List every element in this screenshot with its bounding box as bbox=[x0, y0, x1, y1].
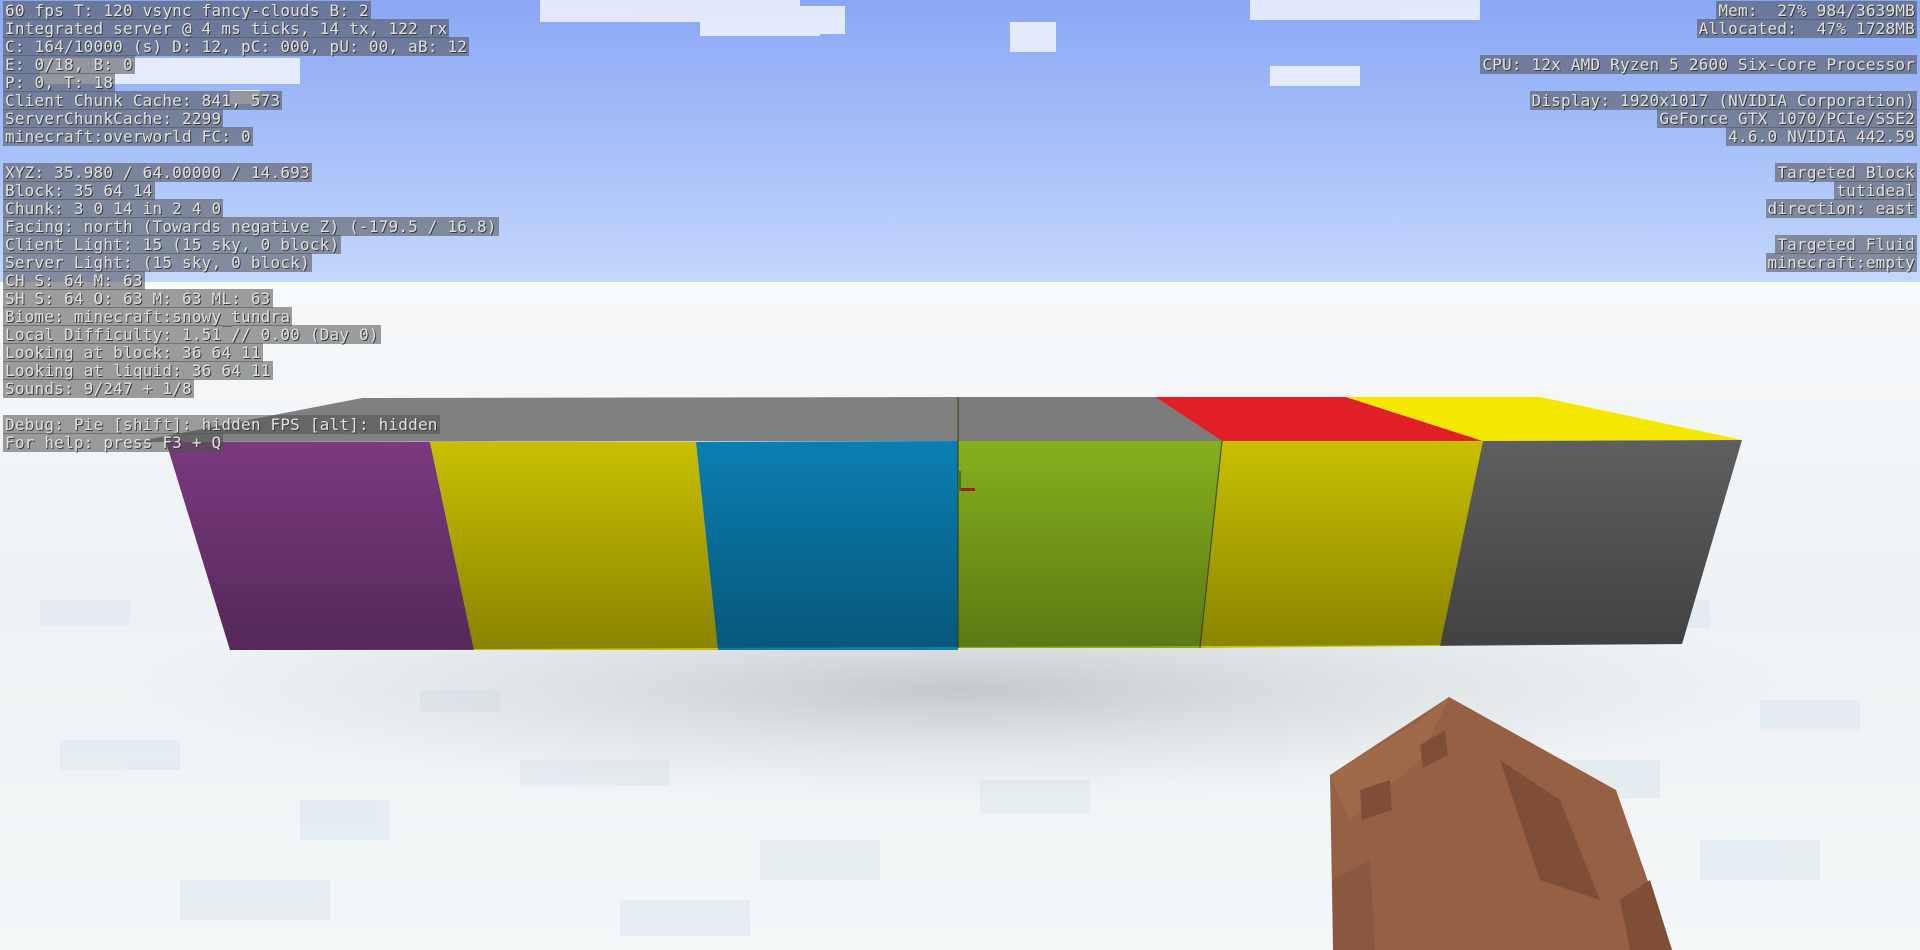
debug-right-line: 4.6.0 NVIDIA 442.59 bbox=[1726, 127, 1917, 146]
debug-right-text: Targeted Block bbox=[1775, 163, 1917, 182]
debug-left-text: Server Light: (15 sky, 0 block) bbox=[3, 253, 312, 272]
debug-left-line: ServerChunkCache: 2299 bbox=[3, 109, 224, 128]
debug-left-text: Biome: minecraft:snowy_tundra bbox=[3, 307, 293, 326]
debug-left-text: Debug: Pie [shift]: hidden FPS [alt]: hi… bbox=[3, 415, 440, 434]
debug-right-text: Allocated: 47% 1728MB bbox=[1696, 19, 1917, 38]
debug-overlay-right: Mem: 27% 984/3639MB Allocated: 47% 1728MB… bbox=[1480, 1, 1917, 272]
debug-left-text: Client Light: 15 (15 sky, 0 block) bbox=[3, 235, 342, 254]
debug-left-line: Looking at liquid: 36 64 11 bbox=[3, 361, 273, 380]
debug-left-line: Sounds: 9/247 + 1/8 bbox=[3, 379, 194, 398]
debug-left-line: Debug: Pie [shift]: hidden FPS [alt]: hi… bbox=[3, 415, 440, 434]
debug-right-text: CPU: 12x AMD Ryzen 5 2600 Six-Core Proce… bbox=[1480, 55, 1917, 74]
debug-left-line: minecraft:overworld FC: 0 bbox=[3, 127, 253, 146]
debug-right-text: 4.6.0 NVIDIA 442.59 bbox=[1726, 127, 1917, 146]
debug-left-line: 60 fps T: 120 vsync fancy-clouds B: 2 bbox=[3, 1, 371, 20]
debug-left-text: Sounds: 9/247 + 1/8 bbox=[3, 379, 194, 398]
debug-left-line: SH S: 64 O: 63 M: 63 ML: 63 bbox=[3, 289, 273, 308]
debug-left-line: Integrated server @ 4 ms ticks, 14 tx, 1… bbox=[3, 19, 450, 38]
debug-left-line: P: 0, T: 18 bbox=[3, 73, 116, 92]
debug-left-text: SH S: 64 O: 63 M: 63 ML: 63 bbox=[3, 289, 273, 308]
debug-left-text: P: 0, T: 18 bbox=[3, 73, 116, 92]
debug-left-text: For help: press F3 + Q bbox=[3, 433, 224, 452]
debug-left-text: XYZ: 35.980 / 64.00000 / 14.693 bbox=[3, 163, 312, 182]
debug-left-text: Looking at liquid: 36 64 11 bbox=[3, 361, 273, 380]
debug-right-line: Display: 1920x1017 (NVIDIA Corporation) bbox=[1529, 91, 1917, 110]
debug-left-text: Integrated server @ 4 ms ticks, 14 tx, 1… bbox=[3, 19, 450, 38]
debug-right-line: Targeted Fluid bbox=[1775, 235, 1917, 254]
debug-left-text: Looking at block: 36 64 11 bbox=[3, 343, 263, 362]
debug-left-text: minecraft:overworld FC: 0 bbox=[3, 127, 253, 146]
debug-left-line: Client Light: 15 (15 sky, 0 block) bbox=[3, 235, 342, 254]
debug-right-text: GeForce GTX 1070/PCIe/SSE2 bbox=[1657, 109, 1917, 128]
debug-left-text: 60 fps T: 120 vsync fancy-clouds B: 2 bbox=[3, 1, 371, 20]
debug-right-text: Display: 1920x1017 (NVIDIA Corporation) bbox=[1529, 91, 1917, 110]
crosshair-icon bbox=[959, 471, 975, 491]
debug-left-line: CH S: 64 M: 63 bbox=[3, 271, 145, 290]
debug-right-line: Mem: 27% 984/3639MB bbox=[1716, 1, 1917, 20]
debug-right-text: direction: east bbox=[1765, 199, 1917, 218]
debug-left-line: E: 0/18, B: 0 bbox=[3, 55, 135, 74]
debug-left-line: Chunk: 3 0 14 in 2 4 0 bbox=[3, 199, 224, 218]
debug-right-line: Allocated: 47% 1728MB bbox=[1696, 19, 1917, 38]
debug-left-line: Server Light: (15 sky, 0 block) bbox=[3, 253, 312, 272]
debug-left-text: C: 164/10000 (s) D: 12, pC: 000, pU: 00,… bbox=[3, 37, 470, 56]
debug-left-text: Facing: north (Towards negative Z) (-179… bbox=[3, 217, 499, 236]
debug-right-line: Targeted Block bbox=[1775, 163, 1917, 182]
debug-left-text: E: 0/18, B: 0 bbox=[3, 55, 135, 74]
debug-left-line: Block: 35 64 14 bbox=[3, 181, 155, 200]
debug-right-text: Mem: 27% 984/3639MB bbox=[1716, 1, 1917, 20]
debug-right-line: GeForce GTX 1070/PCIe/SSE2 bbox=[1657, 109, 1917, 128]
debug-left-line: Client Chunk Cache: 841, 573 bbox=[3, 91, 283, 110]
debug-right-text: Targeted Fluid bbox=[1775, 235, 1917, 254]
debug-left-line: For help: press F3 + Q bbox=[3, 433, 224, 452]
debug-right-line: minecraft:empty bbox=[1765, 253, 1917, 272]
debug-left-text: Client Chunk Cache: 841, 573 bbox=[3, 91, 283, 110]
debug-left-line: Local Difficulty: 1.51 // 0.00 (Day 0) bbox=[3, 325, 381, 344]
debug-left-text: Block: 35 64 14 bbox=[3, 181, 155, 200]
debug-left-text: ServerChunkCache: 2299 bbox=[3, 109, 224, 128]
debug-left-text: Chunk: 3 0 14 in 2 4 0 bbox=[3, 199, 224, 218]
debug-right-text: minecraft:empty bbox=[1765, 253, 1917, 272]
debug-left-line: Biome: minecraft:snowy_tundra bbox=[3, 307, 293, 326]
debug-left-line: XYZ: 35.980 / 64.00000 / 14.693 bbox=[3, 163, 312, 182]
debug-overlay-left: 60 fps T: 120 vsync fancy-clouds B: 2 Int… bbox=[3, 1, 499, 452]
debug-right-line: tutideal bbox=[1834, 181, 1917, 200]
debug-right-line: CPU: 12x AMD Ryzen 5 2600 Six-Core Proce… bbox=[1480, 55, 1917, 74]
debug-right-line: direction: east bbox=[1765, 199, 1917, 218]
debug-left-text: Local Difficulty: 1.51 // 0.00 (Day 0) bbox=[3, 325, 381, 344]
debug-left-line: Facing: north (Towards negative Z) (-179… bbox=[3, 217, 499, 236]
debug-right-text: tutideal bbox=[1834, 181, 1917, 200]
debug-left-line: Looking at block: 36 64 11 bbox=[3, 343, 263, 362]
debug-left-text: CH S: 64 M: 63 bbox=[3, 271, 145, 290]
debug-left-line: C: 164/10000 (s) D: 12, pC: 000, pU: 00,… bbox=[3, 37, 470, 56]
